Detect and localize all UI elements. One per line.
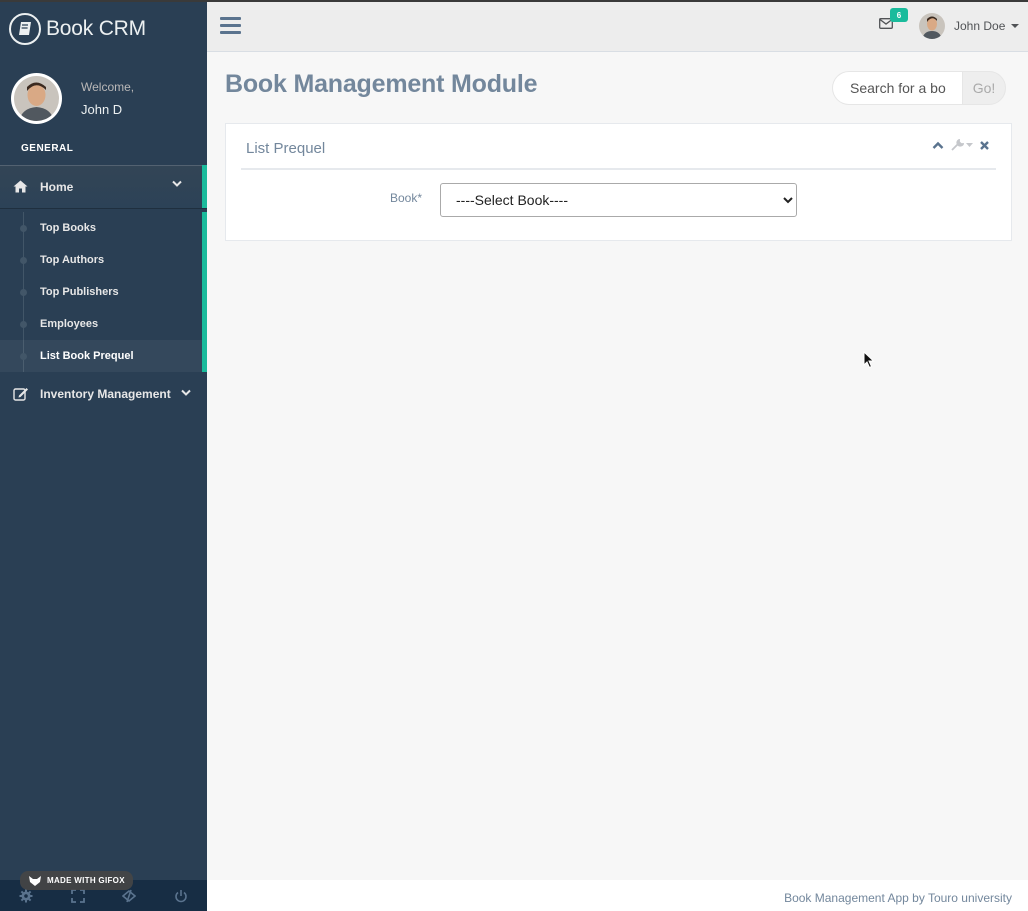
avatar [919, 13, 945, 39]
home-submenu: Top Books Top Authors Top Publishers Emp… [0, 212, 207, 372]
chevron-down-icon [172, 180, 182, 187]
user-name: John Doe [954, 19, 1006, 33]
sidebar-item-inventory[interactable]: Inventory Management [0, 376, 207, 412]
page-title: Book Management Module [225, 70, 538, 98]
profile: Welcome, John D [11, 73, 134, 124]
list-prequel-panel: List Prequel Book* ----Select Book---- [225, 123, 1012, 241]
close-icon[interactable] [980, 140, 989, 150]
welcome-label: Welcome, [81, 80, 135, 94]
panel-toolbox [932, 139, 989, 151]
collapse-icon[interactable] [932, 141, 944, 150]
sidebar-item-top-publishers[interactable]: Top Publishers [0, 276, 202, 308]
book-select[interactable]: ----Select Book---- [440, 183, 797, 217]
sidebar-item-list-book-prequel[interactable]: List Book Prequel [0, 340, 202, 372]
home-icon [13, 180, 28, 193]
sidebar-item-label: Inventory Management [40, 387, 171, 401]
footer-text: Book Management App by Touro university [784, 891, 1012, 905]
sidebar-item-label: Home [40, 179, 74, 194]
chevron-down-icon [181, 389, 191, 396]
sidebar-item-home[interactable]: Home [0, 165, 207, 208]
mouse-cursor-icon [863, 351, 875, 369]
sidebar-item-employees[interactable]: Employees [0, 308, 202, 340]
book-field-label: Book* [390, 191, 423, 205]
search-group: Go! [832, 71, 1006, 105]
avatar [11, 73, 62, 124]
brand-title: Book CRM [46, 17, 146, 40]
go-button[interactable]: Go! [962, 71, 1006, 105]
page-footer: Book Management App by Touro university [207, 880, 1028, 911]
menu-toggle-icon[interactable] [220, 17, 241, 40]
search-input[interactable] [832, 71, 962, 105]
sidebar-item-top-books[interactable]: Top Books [0, 212, 202, 244]
welcome-name: John D [81, 102, 123, 117]
user-menu[interactable]: John Doe [919, 13, 1020, 39]
edit-icon [13, 388, 28, 401]
panel-title: List Prequel [246, 140, 326, 157]
logout-icon[interactable] [155, 880, 207, 911]
section-title: GENERAL [21, 143, 74, 154]
sidebar-item-top-authors[interactable]: Top Authors [0, 244, 202, 276]
book-icon [9, 13, 41, 45]
sidebar: Book CRM Welcome, John D GENERAL Home To… [0, 0, 207, 911]
wrench-icon[interactable] [951, 139, 973, 151]
mail-count-badge: 6 [890, 8, 908, 22]
caret-down-icon [1011, 24, 1020, 28]
brand[interactable]: Book CRM [0, 0, 207, 58]
fox-icon [29, 875, 41, 886]
gifox-badge: MADE WITH GIFOX [20, 871, 133, 890]
top-navbar: 6 John Doe [0, 0, 1028, 52]
